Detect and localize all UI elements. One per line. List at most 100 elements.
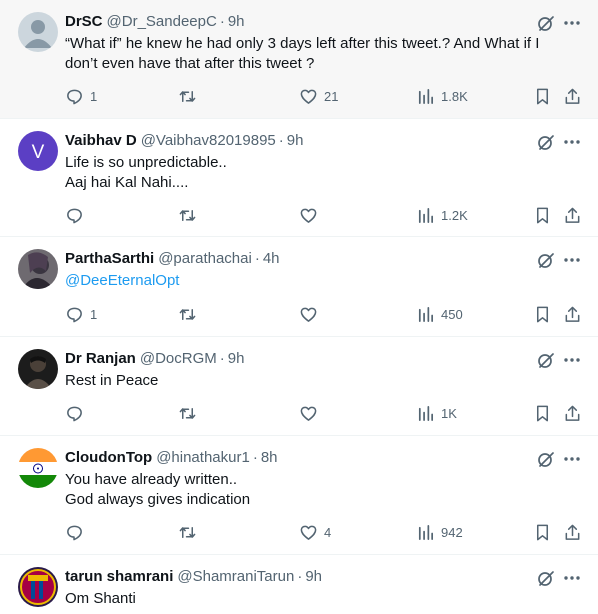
grok-icon[interactable] bbox=[536, 350, 556, 370]
tweet-card[interactable]: DrSC @Dr_SandeepC · 9h “What if” he knew he… bbox=[0, 0, 598, 119]
like-button[interactable]: 21 bbox=[299, 85, 338, 107]
mention-link[interactable]: @DeeEternalOpt bbox=[65, 271, 565, 291]
retweet-button[interactable] bbox=[178, 303, 203, 325]
retweet-icon bbox=[179, 90, 196, 102]
avatar[interactable]: V bbox=[18, 131, 58, 171]
action-bar: 1K bbox=[65, 402, 582, 424]
views-chart-icon bbox=[418, 405, 434, 421]
timestamp[interactable]: 4h bbox=[263, 250, 280, 267]
views-button[interactable]: 1.2K bbox=[416, 204, 468, 226]
more-options-icon[interactable] bbox=[562, 250, 582, 270]
reply-button[interactable] bbox=[65, 402, 90, 424]
display-name[interactable]: ParthaSarthi bbox=[65, 250, 154, 267]
heart-icon bbox=[300, 525, 317, 540]
grok-icon[interactable] bbox=[536, 250, 556, 270]
share-button[interactable] bbox=[563, 303, 582, 325]
avatar[interactable] bbox=[18, 448, 58, 488]
action-bar: 1 450 bbox=[65, 303, 582, 325]
tweet-text-line: Life is so unpredictable.. bbox=[65, 154, 227, 171]
bookmark-button[interactable] bbox=[533, 85, 552, 107]
share-button[interactable] bbox=[563, 402, 582, 424]
display-name[interactable]: tarun shamrani bbox=[65, 568, 173, 585]
user-handle[interactable]: @hinathakur1 bbox=[156, 449, 250, 466]
reply-button[interactable]: 1 bbox=[65, 85, 97, 107]
bookmark-button[interactable] bbox=[533, 402, 552, 424]
user-handle[interactable]: @Vaibhav82019895 bbox=[141, 132, 276, 149]
more-options-icon[interactable] bbox=[562, 350, 582, 370]
separator-dot: · bbox=[219, 350, 225, 367]
user-handle[interactable]: @Dr_SandeepC bbox=[107, 13, 217, 30]
photo-avatar bbox=[18, 249, 58, 289]
display-name[interactable]: DrSC bbox=[65, 13, 103, 30]
timestamp[interactable]: 9h bbox=[305, 568, 322, 585]
user-handle[interactable]: @ShamraniTarun bbox=[177, 568, 294, 585]
tweet-header: DrSC @Dr_SandeepC · 9h bbox=[65, 12, 245, 32]
more-options-icon[interactable] bbox=[562, 449, 582, 469]
heart-icon bbox=[300, 406, 317, 421]
reply-count: 1 bbox=[90, 88, 98, 104]
share-button[interactable] bbox=[563, 521, 582, 543]
share-button[interactable] bbox=[563, 85, 582, 107]
retweet-button[interactable] bbox=[178, 402, 203, 424]
like-button[interactable] bbox=[299, 402, 324, 424]
tweet-card[interactable]: CloudonTop @hinathakur1 · 8h You have alrea… bbox=[0, 436, 598, 555]
tweet-text: Life is so unpredictable.. Aaj hai Kal N… bbox=[65, 153, 565, 193]
tweet-text-line: You have already written.. bbox=[65, 471, 238, 488]
reply-button[interactable] bbox=[65, 204, 90, 226]
share-button[interactable] bbox=[563, 204, 582, 226]
avatar[interactable] bbox=[18, 349, 58, 389]
tweet-text: You have already written.. God always gi… bbox=[65, 470, 565, 510]
display-name[interactable]: Vaibhav D bbox=[65, 132, 137, 149]
like-button[interactable] bbox=[299, 303, 324, 325]
grok-icon[interactable] bbox=[536, 449, 556, 469]
views-button[interactable]: 1K bbox=[416, 402, 457, 424]
retweet-button[interactable] bbox=[178, 204, 203, 226]
retweet-button[interactable] bbox=[178, 521, 203, 543]
views-button[interactable]: 942 bbox=[416, 521, 463, 543]
retweet-icon bbox=[179, 526, 196, 538]
bookmark-button[interactable] bbox=[533, 303, 552, 325]
user-handle[interactable]: @DocRGM bbox=[140, 350, 217, 367]
separator-dot: · bbox=[297, 568, 303, 585]
like-button[interactable]: 4 bbox=[299, 521, 331, 543]
tweet-card[interactable]: tarun shamrani @ShamraniTarun · 9h Om Shant… bbox=[0, 555, 598, 614]
timestamp[interactable]: 8h bbox=[261, 449, 278, 466]
tweet-text-line: Om Shanti bbox=[65, 590, 136, 607]
tweet-header: Dr Ranjan @DocRGM · 9h bbox=[65, 349, 244, 369]
user-handle[interactable]: @parathachai bbox=[158, 250, 252, 267]
bookmark-button[interactable] bbox=[533, 204, 552, 226]
heart-icon bbox=[300, 89, 317, 104]
retweet-button[interactable] bbox=[178, 85, 203, 107]
separator-dot: · bbox=[254, 250, 260, 267]
timestamp[interactable]: 9h bbox=[228, 13, 245, 30]
views-button[interactable]: 1.8K bbox=[416, 85, 468, 107]
india-flag-avatar bbox=[18, 448, 58, 488]
tweet-card[interactable]: V Vaibhav D @Vaibhav82019895 · 9h Life is s… bbox=[0, 119, 598, 237]
avatar[interactable] bbox=[18, 249, 58, 289]
tweet-text-line: Rest in Peace bbox=[65, 372, 159, 389]
like-button[interactable] bbox=[299, 204, 324, 226]
tweet-card[interactable]: ParthaSarthi @parathachai · 4h @DeeEternalO… bbox=[0, 237, 598, 337]
grok-icon[interactable] bbox=[536, 568, 556, 588]
views-count: 1.8K bbox=[441, 88, 468, 104]
reply-button[interactable]: 1 bbox=[65, 303, 97, 325]
reply-icon bbox=[67, 406, 82, 421]
grok-icon[interactable] bbox=[536, 132, 556, 152]
tweet-card[interactable]: Dr Ranjan @DocRGM · 9h Rest in Peace 1K bbox=[0, 337, 598, 436]
views-count: 450 bbox=[441, 306, 463, 322]
display-name[interactable]: CloudonTop bbox=[65, 449, 152, 466]
reply-icon bbox=[67, 89, 82, 104]
avatar[interactable] bbox=[18, 12, 58, 52]
more-options-icon[interactable] bbox=[562, 132, 582, 152]
grok-icon[interactable] bbox=[536, 13, 556, 33]
avatar[interactable] bbox=[18, 567, 58, 607]
bookmark-button[interactable] bbox=[533, 521, 552, 543]
more-options-icon[interactable] bbox=[562, 13, 582, 33]
views-chart-icon bbox=[418, 88, 434, 104]
views-button[interactable]: 450 bbox=[416, 303, 463, 325]
display-name[interactable]: Dr Ranjan bbox=[65, 350, 136, 367]
reply-button[interactable] bbox=[65, 521, 90, 543]
more-options-icon[interactable] bbox=[562, 568, 582, 588]
timestamp[interactable]: 9h bbox=[228, 350, 245, 367]
timestamp[interactable]: 9h bbox=[287, 132, 304, 149]
